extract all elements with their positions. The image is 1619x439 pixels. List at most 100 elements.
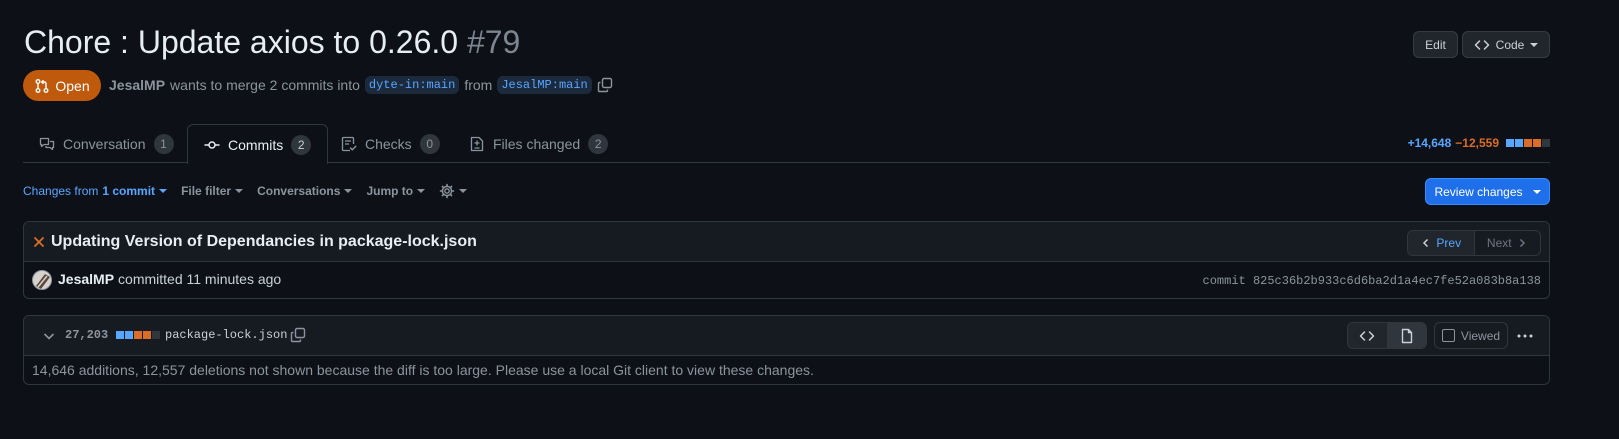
viewed-checkbox[interactable]: Viewed bbox=[1434, 322, 1508, 349]
files-toolbar: Changes from 1 commit File filter Conver… bbox=[23, 183, 468, 199]
file-diffstat-blocks bbox=[115, 331, 160, 339]
diffstat-block-added bbox=[125, 331, 133, 339]
review-changes-button[interactable]: Review changes bbox=[1425, 178, 1550, 205]
chevron-down-icon[interactable] bbox=[42, 329, 56, 343]
commit-author-link[interactable]: JesalMP bbox=[58, 271, 114, 287]
changes-from-label: Changes from bbox=[23, 184, 99, 198]
tab-commits-label: Commits bbox=[228, 136, 284, 153]
pr-from-text: from bbox=[464, 77, 493, 93]
commit-summary-box: Updating Version of Dependancies in pack… bbox=[23, 221, 1550, 299]
head-branch[interactable]: JesalMP:main bbox=[497, 76, 592, 94]
git-pull-request-icon bbox=[34, 78, 50, 94]
diff-view-toggle bbox=[1347, 322, 1427, 349]
commit-time: committed 11 minutes ago bbox=[118, 271, 282, 287]
kebab-horizontal-icon[interactable] bbox=[1516, 328, 1534, 344]
changes-from-commit: 1 commit bbox=[102, 184, 156, 198]
diff-settings-dropdown[interactable] bbox=[439, 183, 468, 199]
diffstat-block-deleted bbox=[1533, 139, 1541, 147]
diffstat-block-deleted bbox=[1524, 139, 1532, 147]
pr-title: Chore : Update axios to 0.26.0 #79 bbox=[24, 24, 520, 61]
tab-files-changed-label: Files changed bbox=[493, 135, 581, 152]
tab-commits[interactable]: Commits 2 bbox=[187, 124, 329, 164]
file-icon bbox=[1399, 328, 1415, 344]
tab-files-changed-count: 2 bbox=[588, 133, 609, 154]
conversations-dropdown[interactable]: Conversations bbox=[257, 184, 353, 198]
copy-icon[interactable] bbox=[597, 77, 613, 93]
prev-commit-label: Prev bbox=[1436, 236, 1462, 250]
diffstat-block-neutral bbox=[1542, 139, 1550, 147]
diffstat-block-deleted bbox=[134, 331, 142, 339]
pr-title-text: Chore : Update axios to 0.26.0 bbox=[24, 24, 459, 60]
diffstat-block-added bbox=[1515, 139, 1523, 147]
pr-number: #79 bbox=[466, 24, 521, 60]
pr-tabs: Conversation 1 Commits 2 Checks 0 Files … bbox=[23, 124, 1550, 164]
caret-down-icon bbox=[159, 189, 168, 193]
code-icon bbox=[1474, 37, 1490, 53]
pr-state-badge: Open bbox=[23, 70, 101, 101]
pr-author-link[interactable]: JesalMP bbox=[109, 77, 165, 93]
copy-icon[interactable] bbox=[290, 327, 306, 343]
tab-commits-count: 2 bbox=[291, 134, 312, 155]
tab-checks[interactable]: Checks 0 bbox=[325, 124, 456, 163]
diffstat-block-neutral bbox=[152, 331, 160, 339]
prev-commit-button[interactable]: Prev bbox=[1408, 231, 1475, 255]
checkbox-icon bbox=[1441, 329, 1455, 342]
tab-files-changed[interactable]: Files changed 2 bbox=[453, 124, 624, 163]
diffstat-blocks bbox=[1505, 139, 1550, 147]
gear-icon bbox=[439, 183, 455, 199]
file-change-count: 27,203 bbox=[65, 328, 109, 342]
jump-to-dropdown[interactable]: Jump to bbox=[366, 184, 426, 198]
next-commit-label: Next bbox=[1486, 236, 1512, 250]
tab-checks-label: Checks bbox=[365, 135, 412, 152]
rich-view-button[interactable] bbox=[1387, 323, 1426, 348]
large-diff-notice: 14,646 additions, 12,557 deletions not s… bbox=[32, 362, 814, 378]
caret-down-icon bbox=[459, 189, 468, 193]
git-commit-icon bbox=[204, 137, 220, 153]
diffstat-block-deleted bbox=[143, 331, 151, 339]
pr-state-label: Open bbox=[55, 77, 90, 94]
commit-byline: JesalMP committed 11 minutes ago bbox=[58, 271, 281, 287]
chevron-right-icon bbox=[1516, 237, 1528, 249]
tab-conversation[interactable]: Conversation 1 bbox=[23, 124, 190, 163]
conversations-label: Conversations bbox=[257, 184, 341, 198]
file-header: 27,203 package-lock.json Viewed bbox=[24, 316, 1549, 356]
base-branch[interactable]: dyte-in:main bbox=[364, 76, 460, 94]
jump-to-label: Jump to bbox=[366, 184, 414, 198]
pr-merge-text: wants to merge 2 commits into bbox=[170, 77, 360, 93]
tab-conversation-count: 1 bbox=[153, 133, 174, 154]
caret-down-icon bbox=[344, 189, 353, 193]
checklist-icon bbox=[341, 136, 357, 152]
source-view-button[interactable] bbox=[1348, 323, 1388, 348]
file-filter-dropdown[interactable]: File filter bbox=[181, 184, 244, 198]
caret-down-icon bbox=[1530, 42, 1539, 47]
diffstat-deletions: −12,559 bbox=[1455, 136, 1499, 150]
avatar[interactable] bbox=[32, 270, 52, 290]
edit-button-label: Edit bbox=[1425, 37, 1446, 52]
diffstat-block-added bbox=[116, 331, 124, 339]
pr-meta: JesalMP wants to merge 2 commits into dy… bbox=[109, 75, 613, 95]
code-icon bbox=[1359, 328, 1375, 344]
x-icon[interactable] bbox=[33, 236, 45, 248]
commit-sha[interactable]: commit 825c36b2b933c6d6ba2d1a4ec7fe52a08… bbox=[1203, 274, 1541, 288]
code-button-label: Code bbox=[1495, 37, 1525, 52]
tab-conversation-label: Conversation bbox=[63, 135, 146, 152]
diffstat-additions: +14,648 bbox=[1407, 136, 1452, 150]
edit-button[interactable]: Edit bbox=[1413, 31, 1458, 58]
changes-from-dropdown[interactable]: Changes from 1 commit bbox=[23, 184, 168, 198]
commit-title: Updating Version of Dependancies in pack… bbox=[51, 233, 477, 250]
file-diff-icon bbox=[469, 136, 485, 152]
comment-discussion-icon bbox=[39, 136, 55, 152]
pr-diffstat: +14,648 −12,559 bbox=[1408, 136, 1550, 150]
caret-down-icon bbox=[1532, 189, 1541, 194]
next-commit-button[interactable]: Next bbox=[1475, 231, 1541, 255]
file-name[interactable]: package-lock.json bbox=[165, 328, 287, 342]
code-button[interactable]: Code bbox=[1462, 31, 1550, 58]
tab-checks-count: 0 bbox=[419, 133, 440, 154]
chevron-left-icon bbox=[1420, 237, 1432, 249]
commit-header: Updating Version of Dependancies in pack… bbox=[24, 222, 1549, 262]
file-filter-label: File filter bbox=[181, 184, 232, 198]
commit-pagination: Prev Next bbox=[1407, 230, 1541, 256]
file-diff-box: 27,203 package-lock.json Viewed 14,646 a… bbox=[23, 315, 1550, 385]
diffstat-block-added bbox=[1506, 139, 1514, 147]
caret-down-icon bbox=[417, 189, 426, 193]
